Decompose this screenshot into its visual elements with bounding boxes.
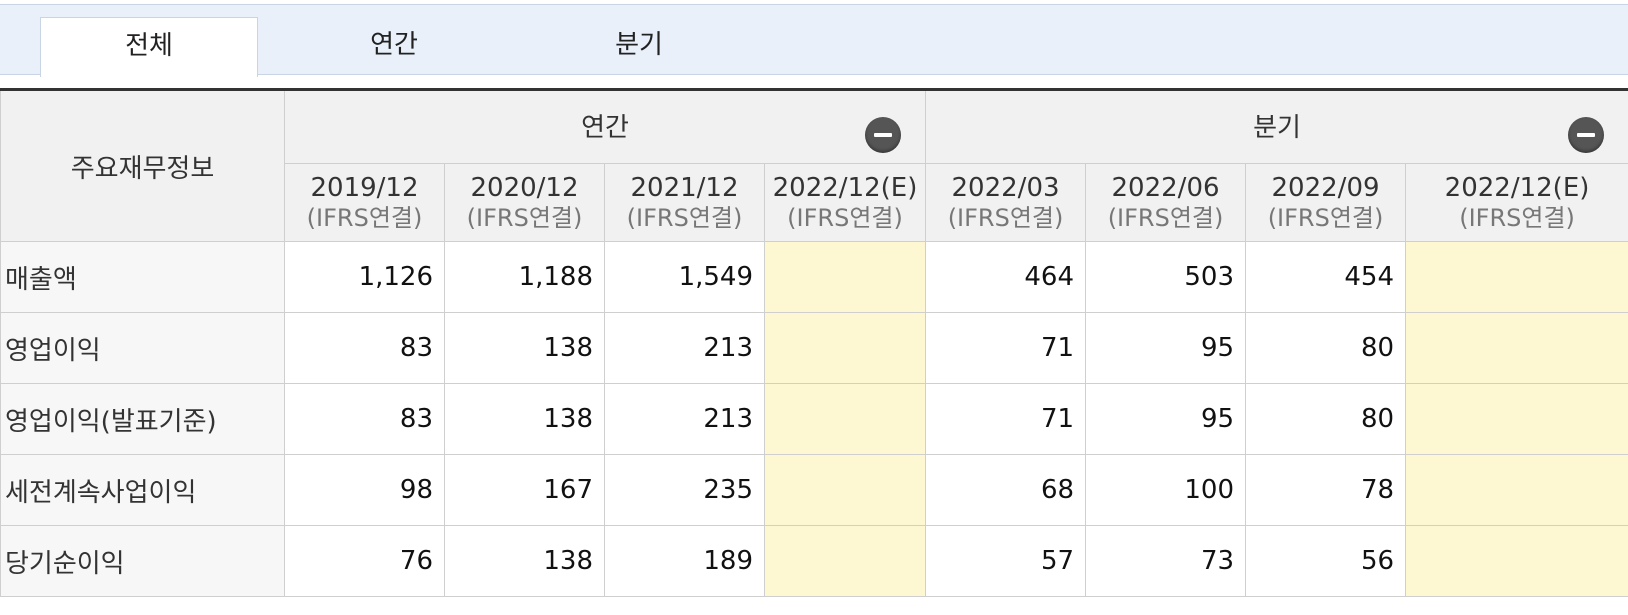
period-accounting-type: (IFRS연결): [787, 203, 903, 232]
period-accounting-type: (IFRS연결): [947, 203, 1064, 232]
period-date: 2022/12(E): [1444, 172, 1590, 203]
value-cell: 83: [284, 383, 445, 455]
table-row: 세전계속사업이익 98 167 235 68 100 78: [0, 454, 1628, 526]
period-header-7: 2022/12(E) (IFRS연결): [1405, 163, 1628, 242]
estimate-cell: [1405, 241, 1628, 313]
row-label: 영업이익: [0, 312, 285, 384]
estimate-cell: [763, 454, 927, 526]
value-cell: 138: [444, 383, 605, 455]
group-header-quarterly-label: 분기: [1253, 113, 1301, 143]
period-date: 2019/12: [310, 172, 419, 203]
tab-bar: 전체 연간 분기: [0, 4, 1628, 77]
tab-all[interactable]: 전체: [40, 17, 258, 77]
period-accounting-type: (IFRS연결): [466, 203, 583, 232]
estimate-cell: [763, 525, 927, 597]
collapse-quarterly-minus-circle-icon[interactable]: [1568, 117, 1605, 153]
period-header-6: 2022/09 (IFRS연결): [1245, 163, 1407, 242]
value-cell: 83: [284, 312, 445, 384]
period-date: 2022/03: [951, 172, 1060, 203]
period-header-2: 2021/12 (IFRS연결): [604, 163, 765, 242]
period-header-5: 2022/06 (IFRS연결): [1085, 163, 1247, 242]
value-cell: 76: [284, 525, 445, 597]
table-body: 매출액 1,126 1,188 1,549 464 503 454 영업이익 83 138 213 7…: [0, 241, 1628, 597]
value-cell: 1,549: [604, 241, 765, 313]
row-label: 영업이익(발표기준): [0, 383, 285, 455]
value-cell: 138: [444, 312, 605, 384]
collapse-annual-minus-circle-icon[interactable]: [865, 117, 902, 153]
value-cell: 71: [925, 383, 1087, 455]
period-date: 2022/09: [1271, 172, 1380, 203]
period-accounting-type: (IFRS연결): [1107, 203, 1224, 232]
value-cell: 167: [444, 454, 605, 526]
estimate-cell: [1405, 525, 1628, 597]
financial-summary-table: 주요재무정보 연간 분기 2019/12 (IFRS연결) 2020/12 (IFRS…: [0, 88, 1628, 597]
period-header-1: 2020/12 (IFRS연결): [444, 163, 605, 242]
table-row: 영업이익(발표기준) 83 138 213 71 95 80: [0, 383, 1628, 455]
group-header-annual: 연간: [283, 89, 927, 164]
value-cell: 80: [1245, 312, 1407, 384]
value-cell: 235: [604, 454, 765, 526]
estimate-cell: [1405, 383, 1628, 455]
estimate-cell: [763, 241, 927, 313]
value-cell: 213: [604, 312, 765, 384]
period-header-3: 2022/12(E) (IFRS연결): [763, 163, 927, 242]
estimate-cell: [763, 383, 927, 455]
value-cell: 503: [1085, 241, 1247, 313]
tab-annual[interactable]: 연간: [285, 17, 503, 76]
row-header-title: 주요재무정보: [0, 89, 285, 242]
value-cell: 78: [1245, 454, 1407, 526]
period-date: 2021/12: [630, 172, 739, 203]
tab-quarterly[interactable]: 분기: [530, 17, 748, 76]
estimate-cell: [1405, 454, 1628, 526]
value-cell: 57: [925, 525, 1087, 597]
value-cell: 454: [1245, 241, 1407, 313]
estimate-cell: [763, 312, 927, 384]
row-label: 당기순이익: [0, 525, 285, 597]
value-cell: 1,126: [284, 241, 445, 313]
row-label: 세전계속사업이익: [0, 454, 285, 526]
period-date: 2022/06: [1111, 172, 1220, 203]
period-accounting-type: (IFRS연결): [306, 203, 423, 232]
group-header-quarterly: 분기: [925, 89, 1628, 164]
value-cell: 464: [925, 241, 1087, 313]
period-header-0: 2019/12 (IFRS연결): [284, 163, 445, 242]
table-row: 매출액 1,126 1,188 1,549 464 503 454: [0, 241, 1628, 313]
table-row: 영업이익 83 138 213 71 95 80: [0, 312, 1628, 384]
period-date: 2022/12(E): [772, 172, 918, 203]
value-cell: 138: [444, 525, 605, 597]
value-cell: 189: [604, 525, 765, 597]
value-cell: 1,188: [444, 241, 605, 313]
value-cell: 68: [925, 454, 1087, 526]
value-cell: 56: [1245, 525, 1407, 597]
group-header-annual-label: 연간: [581, 113, 629, 143]
value-cell: 95: [1085, 312, 1247, 384]
value-cell: 100: [1085, 454, 1247, 526]
period-header-4: 2022/03 (IFRS연결): [925, 163, 1087, 242]
period-accounting-type: (IFRS연결): [626, 203, 743, 232]
value-cell: 80: [1245, 383, 1407, 455]
estimate-cell: [1405, 312, 1628, 384]
value-cell: 98: [284, 454, 445, 526]
value-cell: 213: [604, 383, 765, 455]
row-label: 매출액: [0, 241, 285, 313]
value-cell: 95: [1085, 383, 1247, 455]
value-cell: 71: [925, 312, 1087, 384]
value-cell: 73: [1085, 525, 1247, 597]
period-date: 2020/12: [470, 172, 579, 203]
period-accounting-type: (IFRS연결): [1267, 203, 1384, 232]
table-row: 당기순이익 76 138 189 57 73 56: [0, 525, 1628, 597]
period-accounting-type: (IFRS연결): [1459, 203, 1575, 232]
